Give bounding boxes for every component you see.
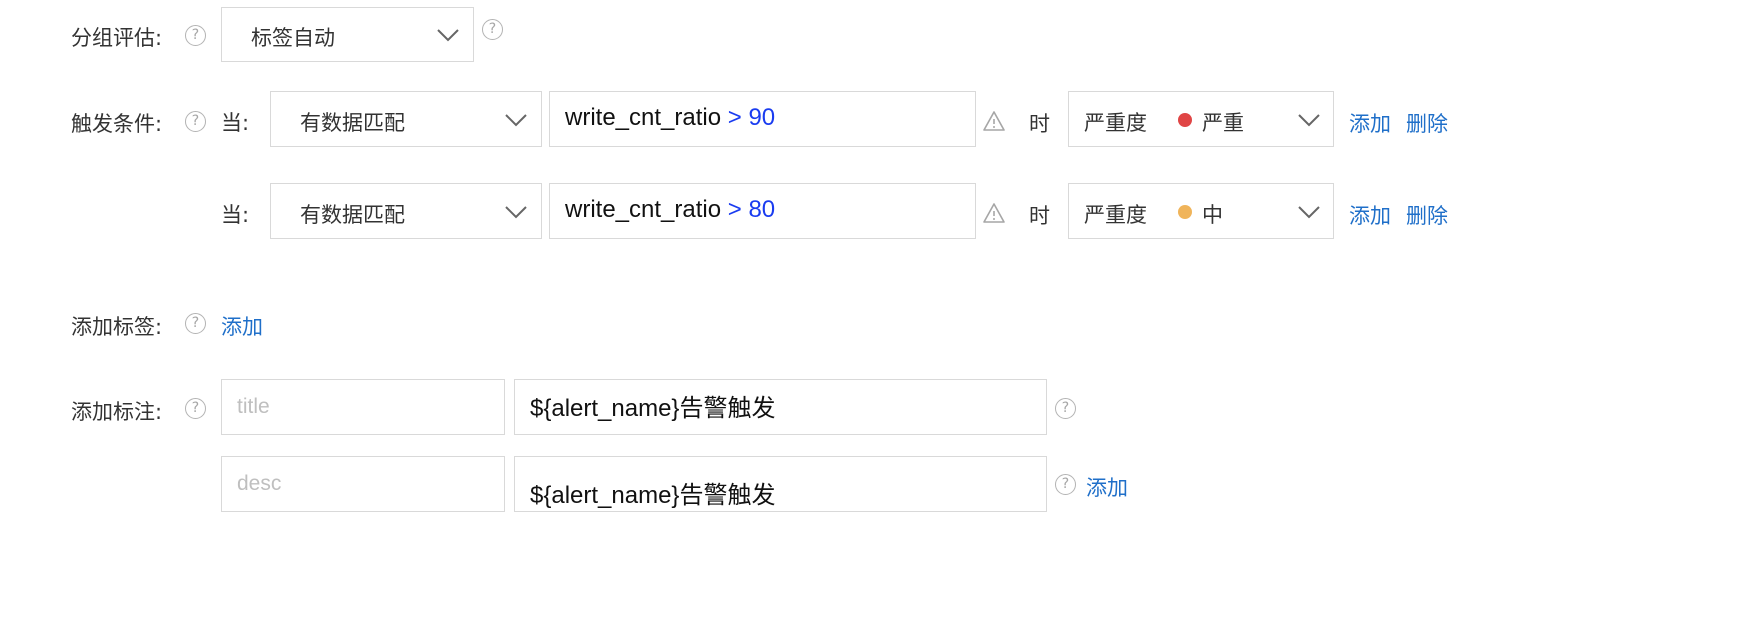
- group-eval-select[interactable]: 标签自动: [221, 7, 474, 62]
- help-icon[interactable]: ?: [185, 398, 206, 419]
- severity-dot: [1178, 205, 1192, 219]
- match-mode-value: 有数据匹配: [300, 203, 405, 227]
- help-icon[interactable]: ?: [185, 111, 206, 132]
- expr-operator: >: [727, 104, 742, 131]
- expression-input[interactable]: write_cnt_ratio > 90: [549, 91, 976, 147]
- group-eval-label: 分组评估:: [71, 26, 163, 50]
- expression-text: write_cnt_ratio > 80: [565, 196, 775, 224]
- chevron-down-icon: [437, 29, 459, 42]
- delete-condition-button[interactable]: 删除: [1406, 108, 1448, 138]
- warning-icon: [983, 203, 1005, 223]
- severity-dot: [1178, 113, 1192, 127]
- expr-operator: >: [727, 196, 742, 223]
- severity-value: 严重: [1202, 111, 1244, 135]
- time-label: 时: [1029, 204, 1050, 228]
- match-mode-select[interactable]: 有数据匹配: [270, 91, 542, 147]
- expression-text: write_cnt_ratio > 90: [565, 104, 775, 132]
- severity-prefix: 严重度: [1084, 111, 1147, 135]
- expression-input[interactable]: write_cnt_ratio > 80: [549, 183, 976, 239]
- expr-value: 90: [748, 104, 776, 131]
- severity-value: 中: [1202, 203, 1223, 227]
- when-label: 当:: [221, 203, 250, 227]
- severity-prefix: 严重度: [1084, 203, 1147, 227]
- when-label: 当:: [221, 111, 250, 135]
- group-eval-value: 标签自动: [251, 26, 335, 50]
- help-icon[interactable]: ?: [1055, 398, 1076, 419]
- annotation-key-input[interactable]: desc: [221, 456, 505, 512]
- severity-select[interactable]: 严重度 严重: [1068, 91, 1334, 147]
- trigger-label: 触发条件:: [71, 112, 163, 136]
- match-mode-select[interactable]: 有数据匹配: [270, 183, 542, 239]
- warning-icon: [983, 111, 1005, 131]
- annotation-value-input[interactable]: ${alert_name}告警触发: [514, 379, 1047, 435]
- expr-field: write_cnt_ratio: [565, 196, 722, 223]
- delete-condition-button[interactable]: 删除: [1406, 200, 1448, 230]
- annotation-key-placeholder: title: [237, 395, 270, 418]
- help-icon[interactable]: ?: [185, 25, 206, 46]
- help-icon[interactable]: ?: [482, 19, 503, 40]
- chevron-down-icon: [1298, 114, 1320, 127]
- annotation-value-text: ${alert_name}告警触发: [530, 482, 776, 509]
- match-mode-value: 有数据匹配: [300, 111, 405, 135]
- annotation-key-input[interactable]: title: [221, 379, 505, 435]
- help-icon[interactable]: ?: [1055, 474, 1076, 495]
- help-icon[interactable]: ?: [185, 313, 206, 334]
- add-condition-button[interactable]: 添加: [1349, 200, 1391, 230]
- chevron-down-icon: [505, 206, 527, 219]
- severity-select[interactable]: 严重度 中: [1068, 183, 1334, 239]
- expr-field: write_cnt_ratio: [565, 104, 722, 131]
- time-label: 时: [1029, 112, 1050, 136]
- add-condition-button[interactable]: 添加: [1349, 108, 1391, 138]
- annotation-value-text: ${alert_name}告警触发: [530, 395, 776, 422]
- chevron-down-icon: [1298, 206, 1320, 219]
- add-tag-label: 添加标签:: [71, 315, 163, 339]
- annotation-key-placeholder: desc: [237, 472, 282, 495]
- chevron-down-icon: [505, 114, 527, 127]
- add-annotation-label: 添加标注:: [71, 400, 163, 424]
- expr-value: 80: [748, 196, 776, 223]
- annotation-value-input[interactable]: ${alert_name}告警触发: [514, 456, 1047, 512]
- add-tag-button[interactable]: 添加: [221, 311, 263, 341]
- add-annotation-button[interactable]: 添加: [1086, 472, 1128, 502]
